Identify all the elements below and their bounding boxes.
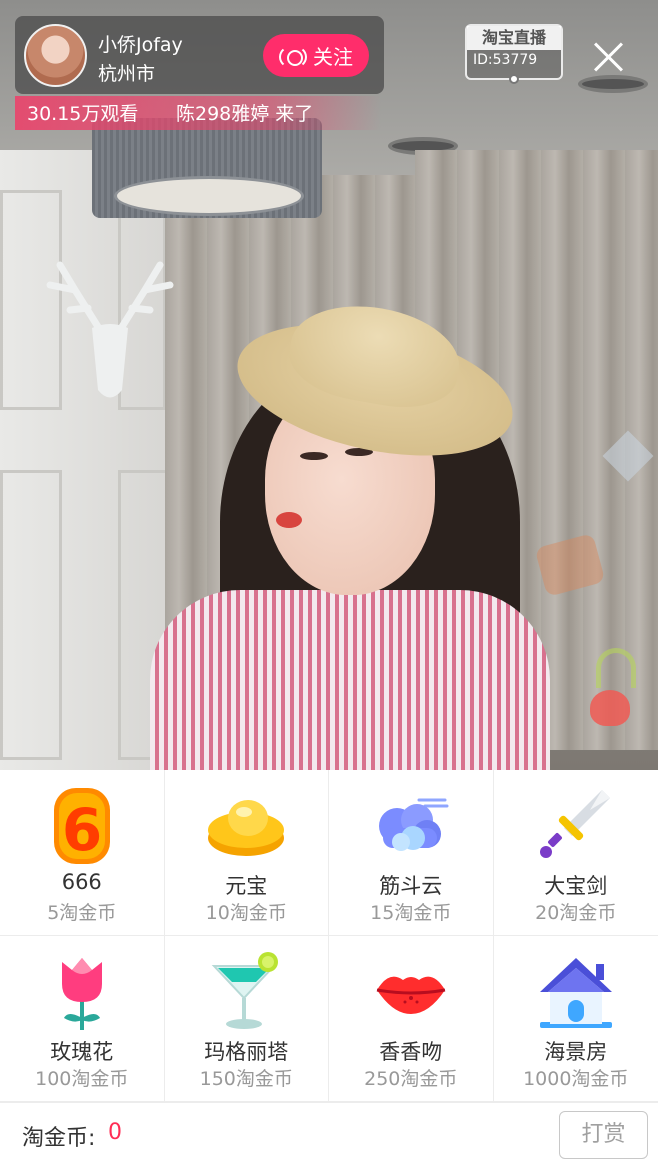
cocktail-icon xyxy=(211,952,279,1029)
rose-icon xyxy=(61,958,102,1030)
gift-price: 150淘金币 xyxy=(199,1068,293,1090)
gift-item[interactable]: 玫瑰花 100淘金币 xyxy=(0,936,165,1102)
join-message: 陈298雅婷 来了 xyxy=(176,103,314,125)
wall-panel xyxy=(0,470,62,760)
gold-ingot-icon xyxy=(208,800,285,856)
host-shirt xyxy=(150,590,550,770)
gift-price: 100淘金币 xyxy=(35,1068,129,1090)
gift-item[interactable]: 玛格丽塔 150淘金币 xyxy=(164,936,329,1102)
viewer-count: 30.15万观看 xyxy=(27,103,139,125)
follow-button[interactable]: 关注 xyxy=(263,34,369,77)
room-id: ID:53779 xyxy=(473,52,538,68)
kiss-lips-icon xyxy=(376,976,446,1014)
ceiling-light xyxy=(578,75,648,93)
gift-name: 香香吻 xyxy=(379,1040,443,1064)
gift-panel: 6 666 5淘金币 元宝 10淘金币 筋斗云 15淘金币 大宝剑 20淘金币 … xyxy=(0,770,658,1102)
gift-name: 玛格丽塔 xyxy=(204,1040,289,1064)
host-city: 杭州市 xyxy=(98,63,156,85)
lamp-rim xyxy=(114,176,304,216)
tip-button[interactable]: 打赏 xyxy=(559,1111,648,1159)
badge-dot-icon xyxy=(509,74,519,84)
six-icon: 6 xyxy=(53,788,110,864)
close-button[interactable] xyxy=(590,38,628,76)
gift-item[interactable]: 海景房 1000淘金币 xyxy=(493,936,658,1102)
cloud-icon xyxy=(378,798,449,851)
gift-name: 玫瑰花 xyxy=(50,1040,114,1064)
gift-price: 1000淘金币 xyxy=(523,1068,629,1090)
gift-grid: 6 666 5淘金币 元宝 10淘金币 筋斗云 15淘金币 大宝剑 20淘金币 … xyxy=(0,770,658,1102)
coin-balance-label: 淘金币: xyxy=(22,1126,96,1151)
floating-heart-icon xyxy=(590,690,630,726)
gift-name: 元宝 xyxy=(225,874,268,898)
house-icon xyxy=(539,958,612,1028)
gift-item[interactable]: 元宝 10淘金币 xyxy=(164,770,329,936)
host-name: 小侨Jofay xyxy=(98,34,183,56)
floating-candy-icon xyxy=(596,648,636,688)
gift-price: 5淘金币 xyxy=(47,902,117,924)
coin-balance-value: 0 xyxy=(108,1120,122,1145)
gift-name: 666 xyxy=(61,870,102,894)
svg-text:6: 6 xyxy=(62,796,102,864)
host-avatar[interactable] xyxy=(24,24,87,87)
sword-icon xyxy=(539,790,610,858)
gift-price: 20淘金币 xyxy=(535,902,617,924)
gift-price: 250淘金币 xyxy=(364,1068,458,1090)
host-eye xyxy=(300,452,328,460)
gift-item[interactable]: 筋斗云 15淘金币 xyxy=(329,770,494,936)
gift-item[interactable]: 6 666 5淘金币 xyxy=(0,770,165,936)
gift-item[interactable]: 香香吻 250淘金币 xyxy=(329,936,494,1102)
gift-name: 海景房 xyxy=(544,1040,608,1064)
gift-name: 筋斗云 xyxy=(379,874,443,898)
gift-price: 15淘金币 xyxy=(370,902,452,924)
deer-head-decor xyxy=(46,261,174,398)
live-broadcast-icon xyxy=(279,44,307,69)
follow-label: 关注 xyxy=(313,45,353,69)
gift-name: 大宝剑 xyxy=(544,874,608,898)
gift-item[interactable]: 大宝剑 20淘金币 xyxy=(493,770,658,936)
taobao-live-logo: 淘宝直播 xyxy=(467,26,561,50)
host-lips xyxy=(276,512,302,528)
gift-price: 10淘金币 xyxy=(205,902,287,924)
